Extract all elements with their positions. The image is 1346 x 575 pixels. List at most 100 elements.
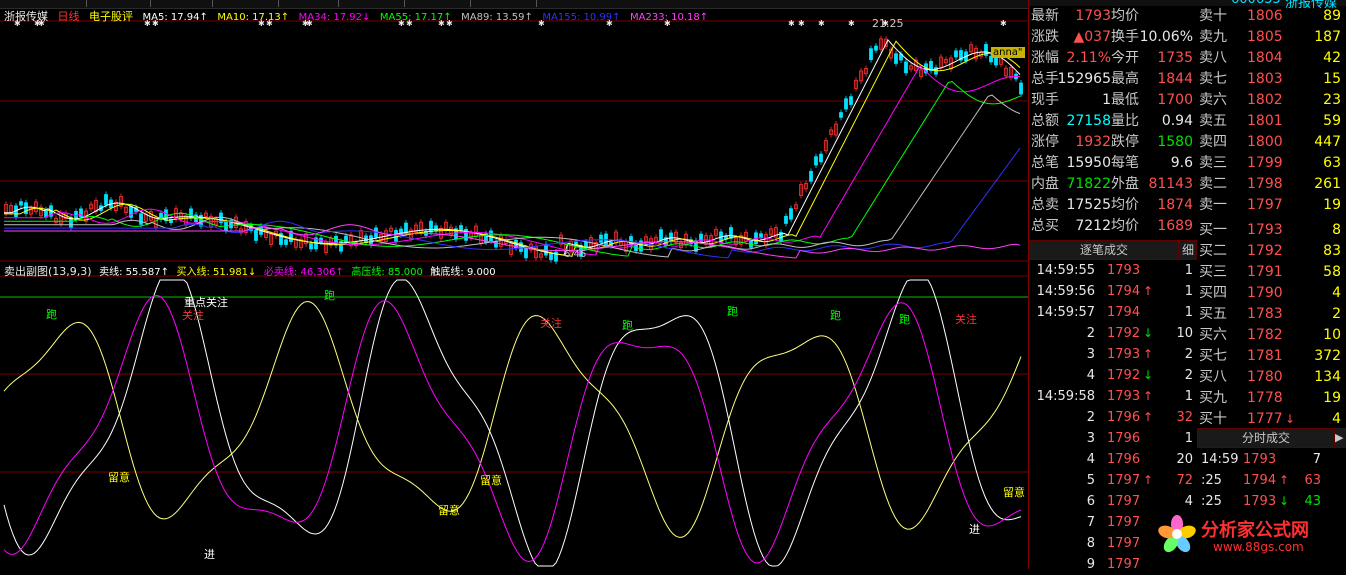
tick-arrow-icon: ↓ [1143, 368, 1154, 382]
bid-row[interactable]: 买八 1780 134 [1197, 367, 1346, 388]
toolbar-tab[interactable] [402, 0, 471, 7]
ma-label: MA155: 10.99↑ [542, 12, 621, 23]
toolbar-tab[interactable] [276, 0, 339, 7]
signal-pao: 跑 [622, 319, 633, 332]
toolbar-tab[interactable] [84, 0, 151, 7]
toolbar-tab[interactable] [336, 0, 405, 7]
stock-name: 浙报传媒 [4, 10, 48, 23]
tick-volume: 1 [1184, 389, 1193, 404]
ask-row[interactable]: 卖四 1800 447 [1197, 132, 1346, 153]
quote-value: 1844 [1157, 71, 1193, 87]
bid-row[interactable]: 买三 1791 58 [1197, 262, 1346, 283]
ask-row[interactable]: 卖十 1806 89 [1197, 6, 1346, 27]
signal-guanzhu: 关注 [540, 317, 562, 330]
bid-row[interactable]: 买四 1790 4 [1197, 283, 1346, 304]
toolbar-tab[interactable] [148, 0, 213, 7]
ask-row[interactable]: 卖二 1798 261 [1197, 174, 1346, 195]
tick-time: 5 [1086, 473, 1095, 488]
signal-pao: 跑 [46, 308, 57, 321]
level-price: 1793 [1247, 222, 1283, 238]
ask-row[interactable]: 卖五 1801 59 [1197, 111, 1346, 132]
tick-header[interactable]: 逐笔成交 [1029, 240, 1179, 260]
toolbar-tab[interactable] [210, 0, 279, 7]
ma-label: MA34: 17.92↓ [298, 12, 371, 23]
tick-time: 2 [1086, 326, 1095, 341]
tick-row[interactable]: 3 1796 1 [1029, 428, 1195, 449]
tick-row[interactable]: 4 1796 20 [1029, 449, 1195, 470]
bid-row[interactable]: 买九 1778 19 [1197, 388, 1346, 409]
tick-detail-button[interactable]: 细 [1179, 240, 1197, 260]
level-label: 卖十 [1199, 8, 1227, 24]
signal-star-icon: ✱ [818, 19, 825, 28]
tick-row[interactable]: 14:59:57 1794 1 [1029, 302, 1195, 323]
ask-row[interactable]: 卖六 1802 23 [1197, 90, 1346, 111]
anna-tag[interactable]: anna" [991, 47, 1025, 58]
level-volume: 83 [1323, 243, 1341, 259]
signal-star-icon: ✱ [798, 19, 805, 28]
quote-row: 涨停 1932 跌停 1580 [1029, 132, 1195, 153]
period-label[interactable]: 日线 [58, 10, 80, 23]
quote-value: 71822 [1066, 176, 1111, 192]
toolbar-tab[interactable] [0, 0, 87, 7]
level-label: 卖八 [1199, 50, 1227, 66]
signal-star-icon: ✱ [788, 19, 795, 28]
level-volume: 4 [1332, 285, 1341, 301]
chart-canvas[interactable]: ✱ ✱✱ ✱ ✱ ✱ ✱ ✱✱ ✱ ✱ ✱ ✱ ✱ ✱ ✱ ✱ ✱ ✱ ✱ ✱ ✱ [0, 0, 1028, 569]
level-volume: 447 [1314, 134, 1341, 150]
fenshi-header[interactable]: 分时成交 [1197, 428, 1335, 448]
tick-volume: 2 [1184, 347, 1193, 362]
level-price: 1777 [1247, 411, 1283, 427]
bid-row[interactable]: 买十 1777 ↓ 4 [1197, 409, 1346, 430]
kline-chart-area[interactable]: ✱ ✱ ✱ ✱ ✱ ✱ ✱ ✱ ✱ ✱ ✱ ✱ ✱ ✱ ✱ ✱ ✱ ✱ ✱ ✱ ✱ ✱ [0, 0, 1028, 569]
ask-row[interactable]: 卖八 1804 42 [1197, 48, 1346, 69]
bid-row[interactable]: 买五 1783 2 [1197, 304, 1346, 325]
sell-line [3, 279, 1022, 567]
ask-row[interactable]: 卖一 1797 19 [1197, 195, 1346, 216]
tick-row[interactable]: 5 1797 ↑ 72 [1029, 470, 1195, 491]
fenshi-row[interactable]: :25 1794 ↑ 63 [1197, 470, 1346, 491]
ask-row[interactable]: 卖七 1803 15 [1197, 69, 1346, 90]
watermark-url: www.88gs.com [1213, 540, 1304, 554]
ask-row[interactable]: 卖九 1805 187 [1197, 27, 1346, 48]
quote-label: 跌停 [1111, 134, 1139, 150]
level-label: 买八 [1199, 369, 1227, 385]
flower-icon [1158, 515, 1196, 553]
ask-row[interactable]: 卖三 1799 63 [1197, 153, 1346, 174]
tick-time: 4 [1086, 452, 1095, 467]
expand-arrow-icon[interactable]: ▶ [1335, 428, 1346, 448]
tick-row[interactable]: 14:59:55 1793 1 [1029, 260, 1195, 281]
tick-row[interactable]: 2 1796 ↑ 32 [1029, 407, 1195, 428]
tick-row[interactable]: 3 1793 ↑ 2 [1029, 344, 1195, 365]
quote-label: 涨停 [1031, 134, 1059, 150]
level-label: 卖九 [1199, 29, 1227, 45]
quote-label: 总卖 [1031, 197, 1059, 213]
bid-row[interactable]: 买二 1792 83 [1197, 241, 1346, 262]
tick-time: 14:59:55 [1036, 263, 1095, 278]
tick-price: 1793 [1107, 347, 1141, 362]
quote-label: 量比 [1111, 113, 1139, 129]
tick-row[interactable]: 4 1792 ↓ 2 [1029, 365, 1195, 386]
bid-row[interactable]: 买一 1793 8 [1197, 220, 1346, 241]
quote-panel: 600633 浙报传媒 最新1793均价涨跌▲037换手10.06%涨幅2.11… [1028, 0, 1346, 572]
tick-row[interactable]: 2 1792 ↓ 10 [1029, 323, 1195, 344]
tick-volume: 2 [1184, 368, 1193, 383]
tick-price: 1792 [1107, 368, 1141, 383]
quote-value: 152965 [1057, 71, 1111, 87]
level-price: 1802 [1247, 92, 1283, 108]
quote-label: 总手 [1031, 71, 1059, 87]
tick-row[interactable]: 14:59:58 1793 ↑ 1 [1029, 386, 1195, 407]
toolbar-tab[interactable] [468, 0, 537, 7]
bid-row[interactable]: 买七 1781 372 [1197, 346, 1346, 367]
fenshi-row[interactable]: 14:59 1793 7 [1197, 449, 1346, 470]
level-price: 1797 [1247, 197, 1283, 213]
sub-chart-name: 卖出副图(13,9,3) [4, 265, 92, 278]
ma-label: MA55: 17.17↑ [379, 12, 452, 23]
tick-volume: 32 [1176, 410, 1193, 425]
level-volume: 10 [1323, 327, 1341, 343]
bid-row[interactable]: 买六 1782 10 [1197, 325, 1346, 346]
level-volume: 58 [1323, 264, 1341, 280]
tick-time: 2 [1086, 410, 1095, 425]
tick-row[interactable]: 14:59:56 1794 ↑ 1 [1029, 281, 1195, 302]
quote-label: 均价 [1111, 197, 1139, 213]
tick-time: 7 [1086, 515, 1095, 530]
